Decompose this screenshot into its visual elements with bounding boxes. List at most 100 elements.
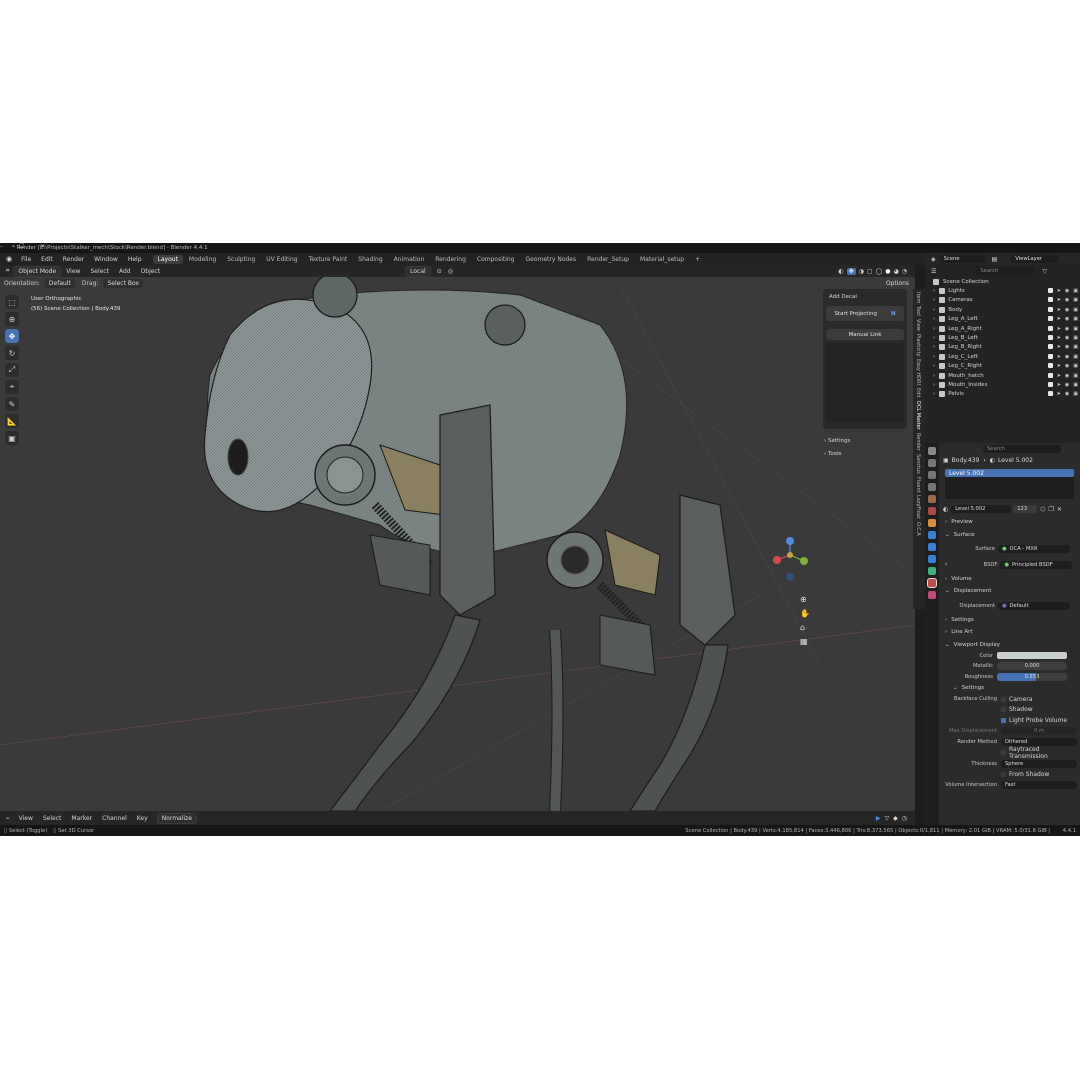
editor-type-icon[interactable]: ⌗ (6, 267, 9, 275)
snap-icon[interactable]: ⊙ (437, 268, 442, 275)
mode-dropdown[interactable]: Object Mode (13, 265, 62, 277)
visibility-toggles[interactable]: ➤ ◉ ▣ (1047, 391, 1078, 397)
camera-icon[interactable]: ▣ (1073, 288, 1078, 294)
tab-fluent[interactable]: Fluent (915, 477, 921, 493)
menu-select[interactable]: Select (85, 268, 114, 275)
timeline-menu-channel[interactable]: Channel (97, 815, 132, 822)
wireframe-shading-icon[interactable]: ◯ (876, 268, 883, 275)
output-props-icon[interactable] (928, 471, 936, 479)
visibility-toggles[interactable]: ➤ ◉ ▣ (1047, 288, 1078, 294)
display-mode-icon[interactable]: ☰ (931, 268, 936, 275)
viewport-color-swatch[interactable] (997, 652, 1067, 660)
material-props-icon[interactable] (927, 578, 937, 588)
camera-icon[interactable]: ▣ (1073, 344, 1078, 350)
material-shading-icon[interactable]: ◕ (894, 268, 899, 275)
clock-icon[interactable]: ◷ (902, 815, 907, 822)
annotate-tool-icon[interactable]: ✎ (5, 397, 19, 411)
outliner-item-leg-c-left[interactable]: › Leg_C_Left ➤ ◉ ▣ (925, 352, 1080, 361)
eye-icon[interactable]: ◉ (1065, 316, 1069, 322)
select-tool-icon[interactable]: ⬚ (5, 295, 19, 309)
measure-tool-icon[interactable]: 📐 (5, 414, 19, 428)
expand-arrow-icon[interactable]: › (933, 363, 935, 369)
outliner-item-mouth-insides[interactable]: › Mouth_Insides ➤ ◉ ▣ (925, 380, 1080, 389)
view-layer-props-icon[interactable] (928, 483, 936, 491)
proportional-edit-icon[interactable]: ◎ (448, 268, 453, 275)
select-arrow-icon[interactable]: ➤ (1057, 316, 1061, 322)
preview-section[interactable]: › Preview (939, 516, 1080, 528)
rendered-shading-icon[interactable]: ◔ (902, 268, 907, 275)
tab-plasticity[interactable]: Plasticity (915, 334, 921, 356)
settings-section[interactable]: › Settings (824, 435, 851, 448)
unlink-material-icon[interactable]: ✕ (1057, 506, 1062, 513)
tab-item[interactable]: Item (915, 292, 921, 303)
outliner-item-mouth-hatch[interactable]: › Mouth_hatch ➤ ◉ ▣ (925, 371, 1080, 380)
visibility-toggles[interactable]: ➤ ◉ ▣ (1047, 335, 1078, 341)
camera-icon[interactable]: ▣ (1073, 307, 1078, 313)
add-cube-tool-icon[interactable]: ▣ (5, 431, 19, 445)
tab-sanctus[interactable]: Sanctus (915, 454, 921, 474)
workspace-tab-animation[interactable]: Animation (389, 255, 430, 264)
camera-icon[interactable]: ▣ (1073, 373, 1078, 379)
expand-arrow-icon[interactable]: › (933, 316, 935, 322)
solid-shading-icon[interactable]: ● (885, 268, 890, 275)
menu-object[interactable]: Object (136, 268, 166, 275)
overlay-icon[interactable]: ◑ (859, 268, 864, 275)
normalize-toggle[interactable]: Normalize (156, 812, 197, 824)
material-users-count[interactable]: 123 (1013, 505, 1038, 513)
visibility-toggles[interactable]: ➤ ◉ ▣ (1047, 297, 1078, 303)
eye-icon[interactable]: ◉ (1065, 363, 1069, 369)
visibility-icon[interactable]: ◐ (838, 268, 843, 275)
timeline-menu-key[interactable]: Key (132, 815, 153, 822)
surface-section[interactable]: ⌄ Surface (939, 528, 1080, 540)
material-browse-icon[interactable]: ◐ (943, 506, 948, 513)
eye-icon[interactable]: ◉ (1065, 382, 1069, 388)
outliner-item-leg-c-right[interactable]: › Leg_C_Right ➤ ◉ ▣ (925, 362, 1080, 371)
camera-icon[interactable]: ▣ (1073, 382, 1078, 388)
scene-selector[interactable]: Scene (939, 255, 986, 263)
view-layer-selector[interactable]: ViewLayer (1011, 255, 1060, 263)
select-arrow-icon[interactable]: ➤ (1057, 335, 1061, 341)
exclude-checkbox[interactable] (1047, 325, 1053, 331)
workspace-tab-geometry-nodes[interactable]: Geometry Nodes (521, 255, 582, 264)
eye-icon[interactable]: ◉ (1065, 307, 1069, 313)
vd-settings-section[interactable]: ⌄ Settings (939, 682, 1080, 694)
add-workspace-button[interactable]: + (690, 255, 705, 264)
eye-icon[interactable]: ◉ (1065, 373, 1069, 379)
only-selected-icon[interactable]: ▶ (876, 815, 881, 822)
workspace-tab-uv-editing[interactable]: UV Editing (261, 255, 302, 264)
select-arrow-icon[interactable]: ➤ (1057, 288, 1061, 294)
outliner-filter-icon[interactable]: ▽ (1042, 268, 1047, 275)
camera-checkbox[interactable] (1001, 696, 1006, 702)
material-slot-item[interactable]: Level 5.002 (945, 469, 1074, 477)
roughness-slider[interactable]: 0.553 (997, 672, 1067, 681)
tab-lazyfloat[interactable]: LazyFloat (915, 495, 921, 519)
metallic-slider[interactable]: 0.000 (997, 662, 1067, 671)
tab-dcl-master[interactable]: DCL Master (915, 401, 921, 430)
cursor-tool-icon[interactable]: ⊕ (5, 312, 19, 326)
tab-render[interactable]: Render (915, 433, 921, 451)
light-probe-checkbox[interactable] (1001, 717, 1006, 723)
menu-file[interactable]: File (16, 256, 36, 263)
expand-arrow-icon[interactable]: › (933, 288, 935, 294)
exclude-checkbox[interactable] (1047, 353, 1053, 359)
select-arrow-icon[interactable]: ➤ (1057, 326, 1061, 332)
tab-view[interactable]: View (915, 319, 921, 331)
displacement-field[interactable]: ● Default (998, 601, 1070, 610)
tab-oca[interactable]: O.C.A (915, 522, 921, 536)
eye-icon[interactable]: ◉ (1065, 326, 1069, 332)
grid-view-icon[interactable]: ▦ (800, 635, 810, 649)
raytraced-checkbox[interactable] (1001, 750, 1006, 756)
exclude-checkbox[interactable] (1047, 391, 1053, 397)
workspace-tab-modeling[interactable]: Modeling (184, 255, 221, 264)
menu-view[interactable]: View (61, 268, 85, 275)
render-props-icon[interactable] (928, 459, 936, 467)
tab-edit[interactable]: Edit (915, 388, 921, 398)
visibility-toggles[interactable]: ➤ ◉ ▣ (1047, 344, 1078, 350)
visibility-toggles[interactable]: ➤ ◉ ▣ (1047, 306, 1078, 313)
scale-tool-icon[interactable]: ⤢ (5, 363, 19, 377)
expand-arrow-icon[interactable]: › (933, 307, 935, 313)
exclude-checkbox[interactable] (1047, 381, 1053, 387)
workspace-tab-material-setup[interactable]: Material_setup (635, 255, 689, 264)
eye-icon[interactable]: ◉ (1065, 335, 1069, 341)
workspace-tab-layout[interactable]: Layout (152, 254, 183, 264)
